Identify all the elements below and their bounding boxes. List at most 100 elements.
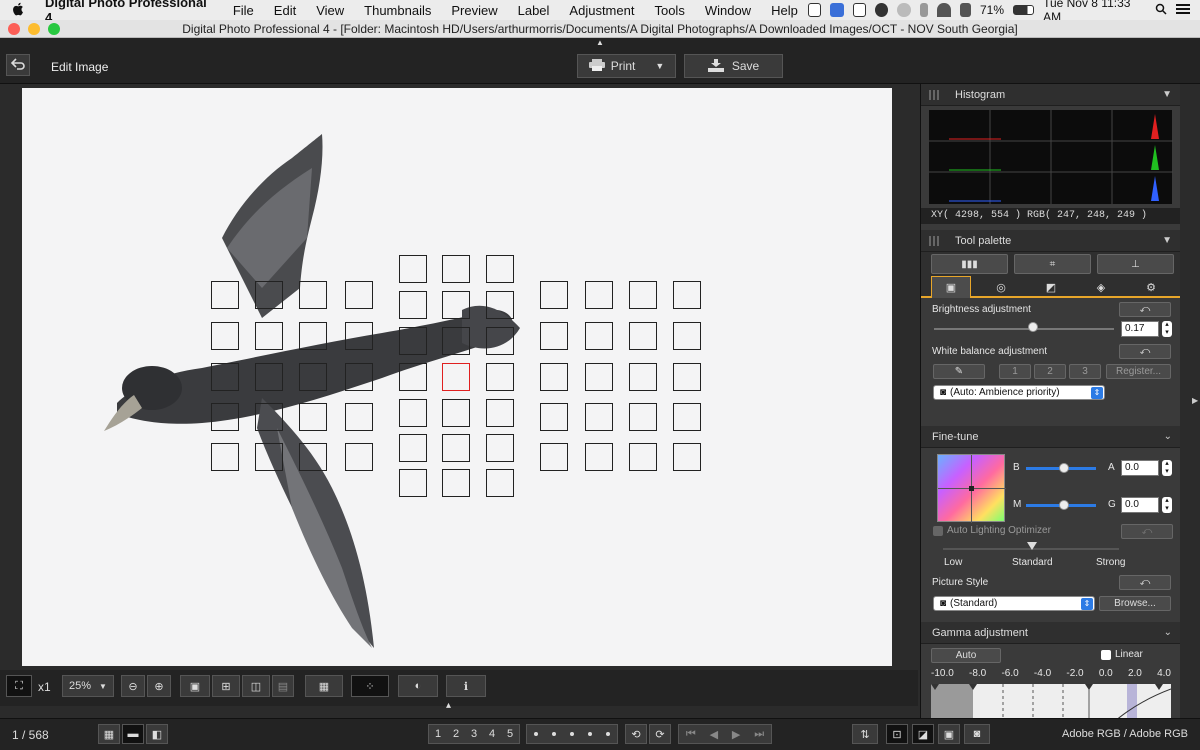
apple-icon[interactable] — [0, 2, 35, 19]
compare-view-button[interactable]: ⊞ — [212, 675, 240, 697]
menu-help[interactable]: Help — [761, 3, 808, 18]
g-value-stepper[interactable]: ▴ ▾ — [1162, 497, 1172, 513]
af-points-button[interactable]: ⁘ — [351, 675, 389, 697]
color-wheel-grid[interactable] — [937, 454, 1006, 523]
spotlight-icon[interactable] — [1155, 3, 1167, 18]
fine-tune-header[interactable]: Fine-tune ⌄ — [921, 426, 1180, 448]
grid-overlay-button[interactable]: ▦ — [305, 675, 343, 697]
menu-view[interactable]: View — [306, 3, 354, 18]
previous-image-icon[interactable]: ◀ — [710, 728, 718, 741]
menu-adjustment[interactable]: Adjustment — [559, 3, 644, 18]
g-value-field[interactable]: 0.0 — [1121, 497, 1159, 513]
collapse-toolbar-icon[interactable]: ▲ — [596, 38, 604, 47]
b-a-slider-knob[interactable] — [1059, 463, 1069, 473]
brightness-slider[interactable] — [934, 328, 1114, 330]
photo-preview[interactable] — [22, 88, 892, 666]
zoom-select[interactable]: 25% ▼ — [62, 675, 114, 697]
picture-style-select[interactable]: ◙ (Standard) ⇕ — [933, 596, 1095, 611]
wb-custom-3-button[interactable]: 3 — [1069, 364, 1101, 379]
tool-palette-header[interactable]: Tool palette ▼ — [921, 230, 1180, 252]
alo-reset-button[interactable]: ⤺ — [1121, 524, 1173, 539]
gamma-header[interactable]: Gamma adjustment ⌄ — [921, 622, 1180, 644]
split-view-button[interactable]: ◫ — [242, 675, 270, 697]
tab-curve[interactable]: ◩ — [1031, 276, 1071, 298]
zoom-out-button[interactable]: ⊖ — [121, 675, 145, 697]
save-button[interactable]: Save — [684, 54, 783, 78]
single-view-button[interactable]: ▣ — [180, 675, 210, 697]
tool-mode-adjust-button[interactable]: ▮▮▮ — [931, 254, 1008, 274]
wb-custom-1-button[interactable]: 1 — [999, 364, 1031, 379]
print-button[interactable]: Print ▼ — [577, 54, 676, 78]
rating-3-button[interactable]: 3 — [471, 728, 477, 740]
rating-2-button[interactable]: 2 — [453, 728, 459, 740]
brightness-stepper[interactable]: ▴ ▾ — [1162, 321, 1172, 337]
label-dot[interactable] — [588, 732, 592, 736]
brightness-slider-knob[interactable] — [1028, 322, 1038, 332]
alo-slider-knob[interactable] — [1027, 542, 1037, 550]
tab-tone[interactable]: ◎ — [981, 276, 1021, 298]
menu-thumbnails[interactable]: Thumbnails — [354, 3, 441, 18]
shield-icon[interactable] — [852, 3, 866, 17]
brightness-reset-button[interactable]: ⤺ — [1119, 302, 1171, 317]
sort-button[interactable]: ⇅ — [852, 724, 878, 744]
alo-checkbox[interactable] — [933, 526, 943, 536]
last-image-icon[interactable]: ⏭ — [754, 728, 764, 741]
tab-basic[interactable]: ▣ — [931, 276, 971, 298]
rotate-left-button[interactable]: ⟲ — [625, 724, 647, 744]
camera-view-button[interactable]: ◙ — [964, 724, 990, 744]
zoom-in-button[interactable]: ⊕ — [147, 675, 171, 697]
eyedropper-button[interactable]: ✎ — [933, 364, 985, 379]
m-g-slider-knob[interactable] — [1059, 500, 1069, 510]
close-window-button[interactable] — [8, 23, 20, 35]
picture-style-reset-button[interactable]: ⤺ — [1119, 575, 1171, 590]
white-balance-reset-button[interactable]: ⤺ — [1119, 344, 1171, 359]
first-image-icon[interactable]: ⏮ — [686, 728, 696, 741]
grip-icon[interactable] — [929, 90, 939, 100]
print-dropdown-icon[interactable]: ▼ — [655, 61, 664, 71]
rotate-right-button[interactable]: ⟳ — [649, 724, 671, 744]
time-machine-icon[interactable] — [897, 3, 911, 17]
wifi-icon[interactable] — [937, 3, 951, 17]
collapse-double-icon[interactable]: ⌄ — [1164, 627, 1172, 638]
thumbnail-drag-handle-icon[interactable]: ▴ — [446, 700, 452, 711]
histogram-header[interactable]: Histogram ▼ — [921, 84, 1180, 106]
collapse-icon[interactable]: ▼ — [1162, 235, 1172, 246]
menu-tools[interactable]: Tools — [644, 3, 694, 18]
dropbox-icon[interactable] — [830, 3, 844, 17]
fit-to-window-button[interactable]: ⛶ — [6, 675, 32, 697]
expand-panel-icon[interactable]: ▶ — [1192, 396, 1198, 405]
zoom-1x-button[interactable]: x1 — [38, 680, 51, 694]
tool-mode-stamp-button[interactable]: ⊥ — [1097, 254, 1174, 274]
label-dot[interactable] — [552, 732, 556, 736]
tool-mode-crop-button[interactable]: ⌗ — [1014, 254, 1091, 274]
back-button[interactable] — [6, 54, 30, 76]
label-dot[interactable] — [570, 732, 574, 736]
collapse-icon[interactable]: ▼ — [1162, 89, 1172, 100]
rating-5-button[interactable]: 5 — [507, 728, 513, 740]
view-mode-2-button[interactable]: ◪ — [912, 724, 934, 744]
c-app-icon[interactable] — [807, 3, 822, 17]
label-dot[interactable] — [534, 732, 538, 736]
a-value-stepper[interactable]: ▴ ▾ — [1162, 460, 1172, 476]
menu-window[interactable]: Window — [695, 3, 761, 18]
next-image-icon[interactable]: ▶ — [732, 728, 740, 741]
volume-icon[interactable] — [959, 3, 971, 17]
info-button[interactable]: ℹ — [446, 675, 486, 697]
label-dot[interactable] — [606, 732, 610, 736]
gamma-auto-button[interactable]: Auto — [931, 648, 1001, 663]
collapse-double-icon[interactable]: ⌄ — [1164, 431, 1172, 442]
thumbnail-grid-button[interactable]: ▦ — [98, 724, 120, 744]
tab-color[interactable]: ◈ — [1081, 276, 1121, 298]
tab-settings[interactable]: ⚙ — [1131, 276, 1171, 298]
white-balance-select[interactable]: ◙ (Auto: Ambience priority) ⇕ — [933, 385, 1105, 400]
menu-preview[interactable]: Preview — [441, 3, 507, 18]
menu-edit[interactable]: Edit — [264, 3, 306, 18]
view-mode-1-button[interactable]: ⊡ — [886, 724, 908, 744]
rating-4-button[interactable]: 4 — [489, 728, 495, 740]
battery-icon[interactable] — [1013, 5, 1035, 15]
creative-cloud-icon[interactable] — [875, 3, 889, 17]
linear-checkbox[interactable] — [1101, 650, 1111, 660]
color-point-marker[interactable] — [969, 486, 974, 491]
wb-custom-2-button[interactable]: 2 — [1034, 364, 1066, 379]
menu-label[interactable]: Label — [508, 3, 560, 18]
